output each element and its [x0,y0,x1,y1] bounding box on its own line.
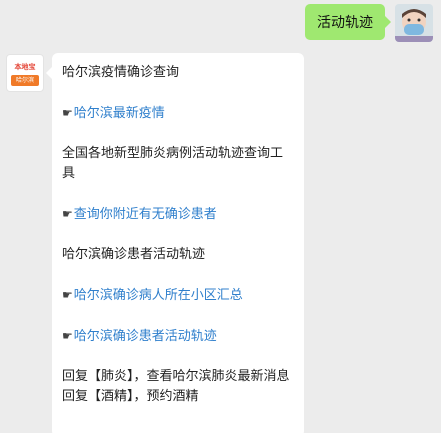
user-message-bubble[interactable]: 活动轨迹 [305,4,391,40]
bot-logo-text: 本地宝 [14,63,36,71]
pointing-hand-icon: ☛ [62,106,73,120]
pointing-hand-icon: ☛ [62,329,73,343]
link-text[interactable]: 哈尔滨确诊患者活动轨迹 [74,329,217,344]
link-text[interactable]: 查询你附近有无确诊患者 [74,207,217,222]
link-text[interactable]: 哈尔滨确诊病人所在小区汇总 [74,288,243,303]
pointing-hand-icon: ☛ [62,288,73,302]
bot-message-bubble: 哈尔滨疫情确诊查询 ☛哈尔滨最新疫情 全国各地新型肺炎病例活动轨迹查询工具 ☛查… [46,53,304,433]
link-community-summary[interactable]: ☛哈尔滨确诊病人所在小区汇总 [62,285,294,306]
section-heading-trajectory: 哈尔滨确诊患者活动轨迹 [62,247,206,262]
message-title: 哈尔滨疫情确诊查询 [62,65,180,80]
bot-avatar[interactable]: 本地宝 哈尔滨 [6,54,44,92]
link-patient-trajectory[interactable]: ☛哈尔滨确诊患者活动轨迹 [62,326,294,347]
bot-logo-city: 哈尔滨 [11,75,39,86]
section-heading-tool: 全国各地新型肺炎病例活动轨迹查询工具 [62,146,284,181]
user-avatar[interactable] [395,4,433,42]
link-nearby-cases[interactable]: ☛查询你附近有无确诊患者 [62,204,294,225]
link-latest-epidemic[interactable]: ☛哈尔滨最新疫情 [62,103,294,124]
user-message-text: 活动轨迹 [317,15,373,31]
chat-window: 活动轨迹 本地宝 哈尔滨 哈尔滨疫情确诊查询 ☛哈尔滨最新疫情 全国各地新型肺炎… [0,0,441,433]
link-text[interactable]: 哈尔滨最新疫情 [74,106,165,121]
reply-hint-pneumonia: 回复【肺炎】，查看哈尔滨肺炎最新消息 [62,369,290,384]
child-avatar-icon [395,4,433,42]
reply-hint-alcohol: 回复【酒精】，预约酒精 [62,389,199,404]
pointing-hand-icon: ☛ [62,207,73,221]
